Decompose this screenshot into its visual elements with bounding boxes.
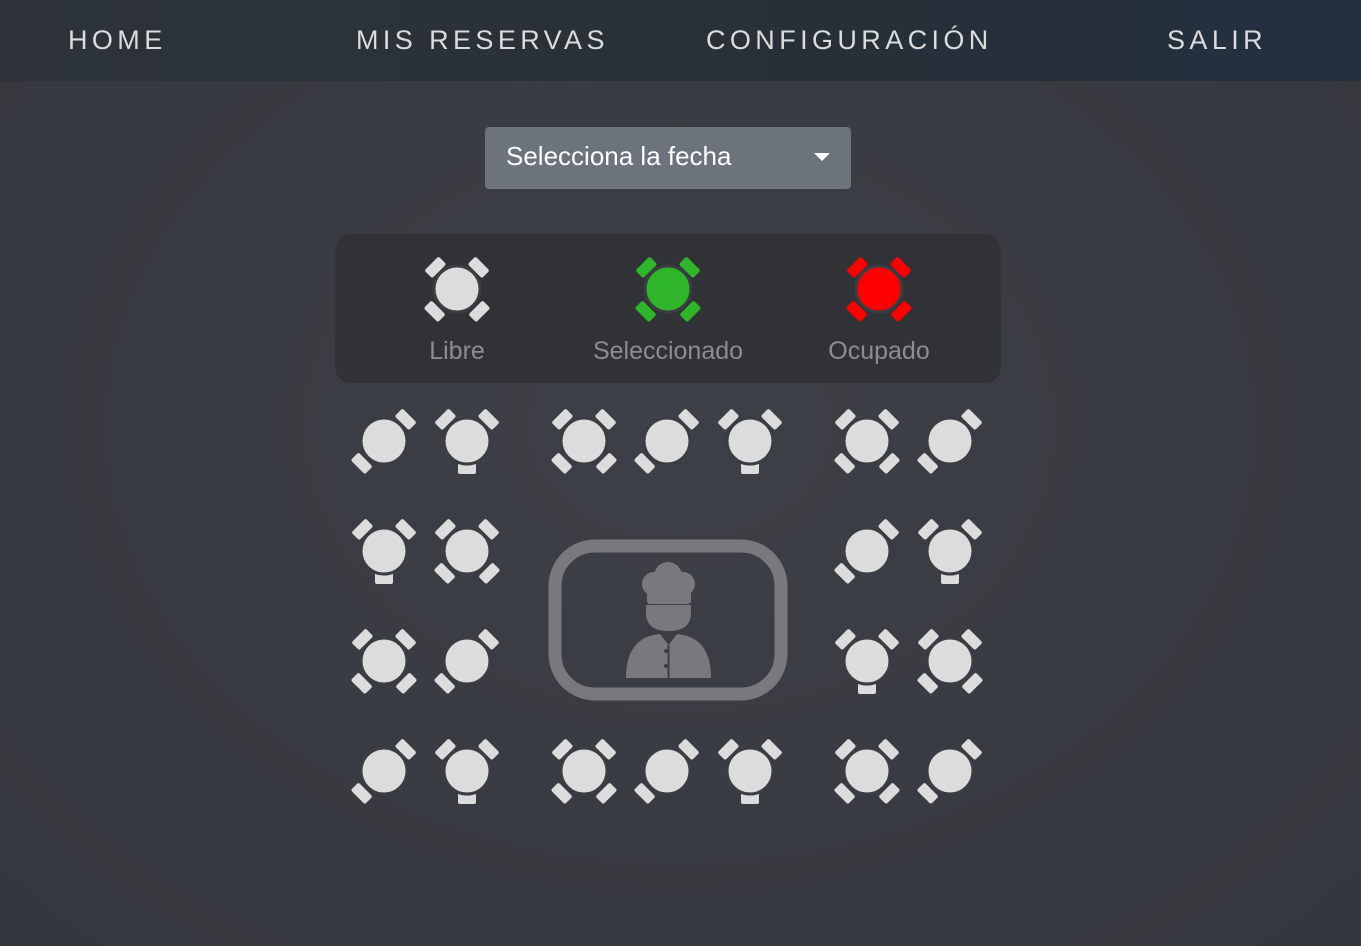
- date-select[interactable]: Selecciona la fecha: [485, 127, 851, 189]
- table-9[interactable]: [433, 517, 501, 585]
- date-select-label: Selecciona la fecha: [506, 141, 732, 171]
- table-21[interactable]: [833, 737, 901, 805]
- nav-mis-reservas[interactable]: MIS RESERVAS: [356, 24, 609, 56]
- nav-home[interactable]: HOME: [68, 24, 167, 56]
- table-14[interactable]: [833, 627, 901, 695]
- legend-free-label: Libre: [429, 337, 485, 365]
- table-22[interactable]: [916, 737, 984, 805]
- legend-occupied-label: Ocupado: [828, 337, 930, 365]
- nav-salir[interactable]: SALIR: [1167, 24, 1267, 56]
- table-5[interactable]: [716, 407, 784, 475]
- table-3[interactable]: [550, 407, 618, 475]
- chevron-down-icon: [814, 153, 830, 161]
- table-18[interactable]: [550, 737, 618, 805]
- navbar: HOME MIS RESERVAS CONFIGURACIÓN SALIR: [0, 0, 1361, 81]
- nav-configuracion[interactable]: CONFIGURACIÓN: [706, 24, 993, 56]
- table-12[interactable]: [350, 627, 418, 695]
- legend-selected-label: Seleccionado: [592, 337, 744, 365]
- table-17[interactable]: [433, 737, 501, 805]
- table-2[interactable]: [433, 407, 501, 475]
- legend-occupied-table-icon: [845, 255, 913, 323]
- table-19[interactable]: [633, 737, 701, 805]
- table-7[interactable]: [916, 407, 984, 475]
- table-4[interactable]: [633, 407, 701, 475]
- table-11[interactable]: [916, 517, 984, 585]
- table-20[interactable]: [716, 737, 784, 805]
- table-10[interactable]: [833, 517, 901, 585]
- kitchen-area: [548, 539, 788, 701]
- table-16[interactable]: [350, 737, 418, 805]
- table-13[interactable]: [433, 627, 501, 695]
- legend-free-table-icon: [423, 255, 491, 323]
- table-15[interactable]: [916, 627, 984, 695]
- table-6[interactable]: [833, 407, 901, 475]
- table-1[interactable]: [350, 407, 418, 475]
- chef-icon: [626, 562, 711, 678]
- table-8[interactable]: [350, 517, 418, 585]
- legend-selected-table-icon: [634, 255, 702, 323]
